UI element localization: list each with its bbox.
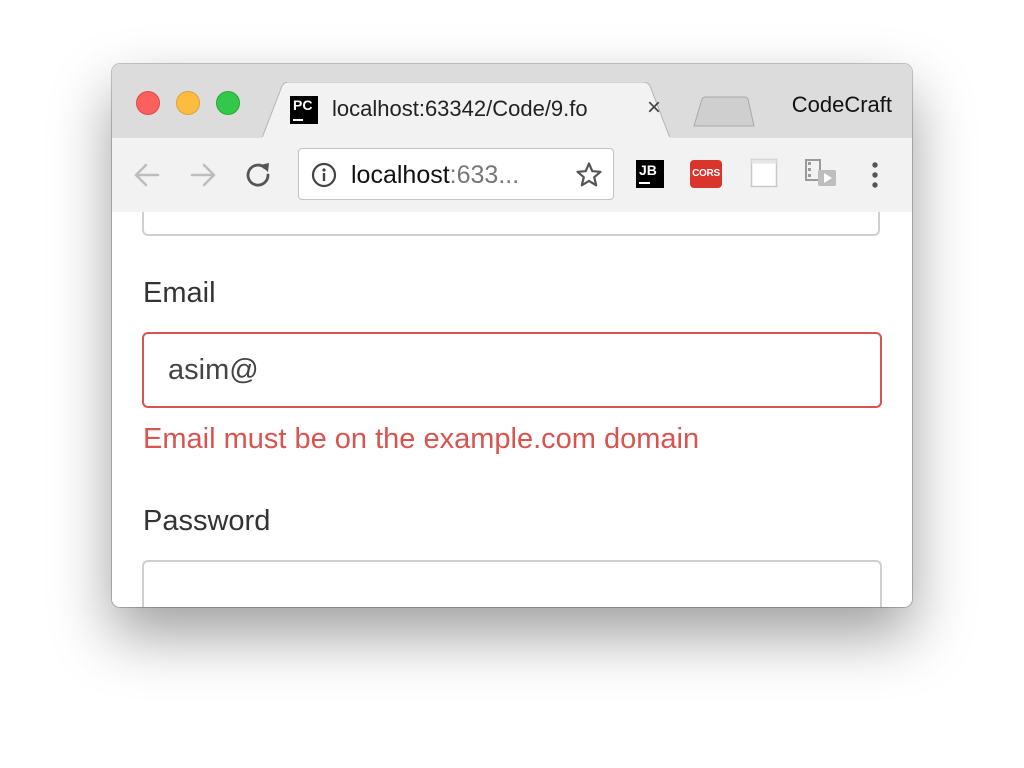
favicon-text: PC [293,97,313,113]
email-label: Email [143,277,216,309]
window-minimize-button[interactable] [176,91,200,115]
jb-text: JB [639,162,657,178]
jb-bar [639,182,650,184]
back-arrow-icon[interactable] [132,160,162,190]
jetbrains-extension-icon[interactable]: JB [636,160,664,188]
tab-title: localhost:63342/Code/9.fo [332,96,588,121]
url-rest: :633... [449,161,520,189]
url-host: localhost [351,161,450,189]
browser-window: PC localhost:63342/Code/9.fo × CodeCraft [112,64,912,607]
previous-input-field[interactable] [142,212,880,236]
browser-toolbar: localhost:633... JB CORS [112,138,912,213]
new-tab-button[interactable] [692,96,756,128]
forward-arrow-icon[interactable] [188,160,218,190]
page-content: Email Email must be on the example.com d… [112,212,912,607]
favicon-bar [293,119,303,121]
url-text: localhost:633... [351,161,519,189]
bookmark-star-icon[interactable] [575,161,603,189]
email-error-message: Email must be on the example.com domain [143,423,700,455]
window-close-button[interactable] [136,91,160,115]
address-bar[interactable]: localhost:633... [298,148,614,200]
password-field[interactable] [142,560,882,607]
window-maximize-button[interactable] [216,91,240,115]
tab-strip: PC localhost:63342/Code/9.fo × CodeCraft [112,64,912,138]
blank-page-extension-icon[interactable] [750,158,778,188]
tab-active[interactable]: PC localhost:63342/Code/9.fo × [262,82,670,138]
cors-extension-icon[interactable]: CORS [690,160,722,188]
media-extension-icon[interactable] [804,158,838,190]
profile-name[interactable]: CodeCraft [792,92,892,118]
site-info-icon[interactable] [311,162,337,188]
email-field[interactable] [142,332,882,408]
password-label: Password [143,505,271,537]
tab-close-icon[interactable]: × [644,96,664,120]
more-menu-icon[interactable] [870,160,880,190]
reload-icon[interactable] [244,160,274,190]
pycharm-favicon-icon: PC [290,96,318,124]
